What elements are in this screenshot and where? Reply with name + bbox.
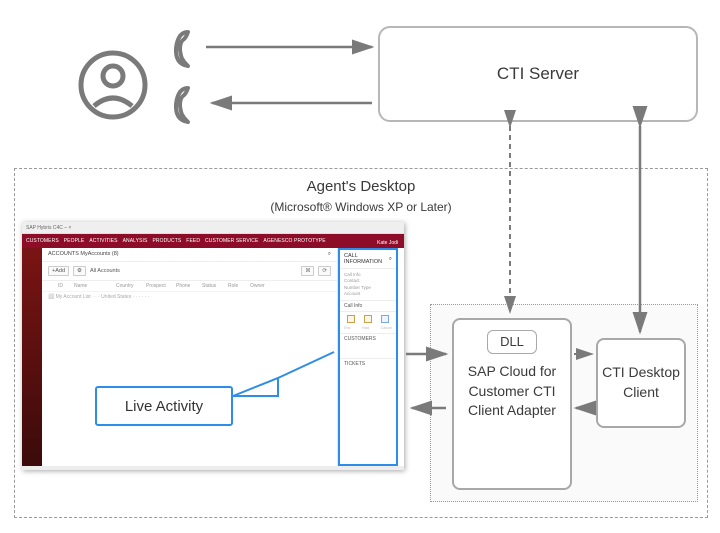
ss-right-panel: CALL INFORMATION ⌕ Call Info Contact Num… [338, 248, 398, 466]
ss-right-header: CALL INFORMATION [344, 253, 389, 265]
phone-incoming-icon [168, 84, 196, 126]
ss-mini-icon [364, 315, 372, 323]
ss-mini-icon [381, 315, 389, 323]
cti-client-label: CTI Desktop Client [598, 363, 684, 402]
cti-client-box: CTI Desktop Client [596, 338, 686, 428]
ss-left-strip [22, 248, 42, 470]
ss-taskbar [22, 466, 404, 470]
ss-config-btn: ⚙︎ [73, 266, 86, 276]
ss-mark-btn: ☒ [301, 266, 314, 276]
ss-titlebar: SAP Hybris C4C – × [22, 222, 404, 234]
ss-main-panel: ACCOUNTS MyAccounts (8) ⌕ +Add ⚙︎ All Ac… [42, 248, 338, 466]
ss-breadcrumb-search-icon: ⌕ [328, 251, 331, 258]
live-activity-callout: Live Activity [95, 386, 233, 426]
ss-add-btn: +Add [48, 266, 69, 276]
agent-person-icon [78, 50, 148, 120]
c4c-browser-screenshot: SAP Hybris C4C – × CUSTOMERS PEOPLE ACTI… [22, 222, 404, 470]
ss-row: ⬜ My Account List · · · United States · … [42, 291, 337, 302]
ss-breadcrumb: ACCOUNTS MyAccounts (8) [48, 251, 119, 258]
ss-select: All Accounts [90, 268, 120, 274]
cti-server-box: CTI Server [378, 26, 698, 122]
ss-mini-icon [347, 315, 355, 323]
phone-outgoing-icon [168, 28, 196, 70]
ss-right-search-icon: ⌕ [389, 256, 392, 263]
dll-label: DLL [487, 330, 537, 354]
agent-desktop-subtitle: (Microsoft® Windows XP or Later) [14, 200, 708, 214]
cti-server-label: CTI Server [497, 64, 579, 84]
cti-adapter-box: DLL SAP Cloud for Customer CTI Client Ad… [452, 318, 572, 490]
ss-profile: Kate Jodi [377, 240, 398, 246]
adapter-label: SAP Cloud for Customer CTI Client Adapte… [462, 362, 562, 421]
ss-nav: CUSTOMERS PEOPLE ACTIVITIES ANALYSIS PRO… [22, 234, 404, 248]
agent-desktop-title: Agent's Desktop [14, 178, 708, 195]
ss-refresh-btn: ⟳ [318, 266, 331, 276]
live-activity-label: Live Activity [125, 398, 203, 415]
